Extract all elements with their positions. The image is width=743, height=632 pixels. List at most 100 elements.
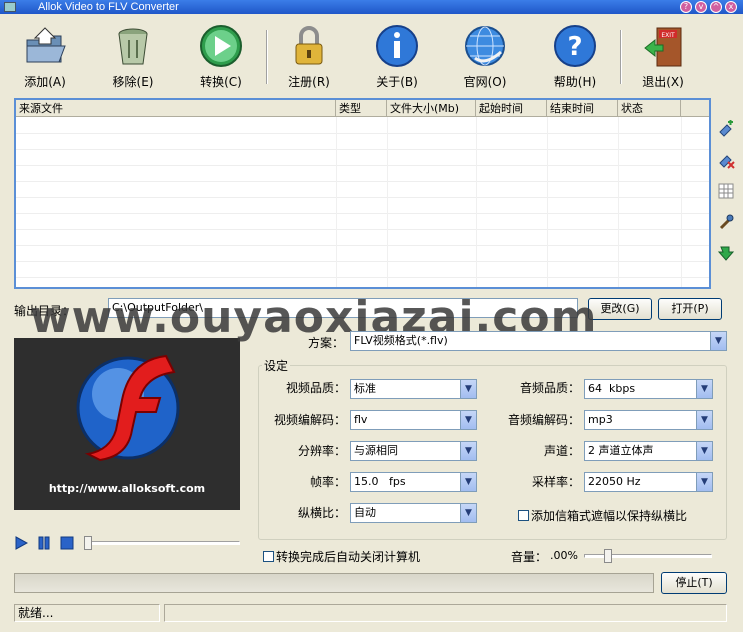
row-gridline	[16, 261, 709, 262]
row-gridline	[16, 181, 709, 182]
aspect-ratio-value: 自动	[354, 506, 376, 519]
column-gridline	[547, 117, 548, 287]
column-status[interactable]: 状态	[618, 100, 681, 117]
chevron-down-icon[interactable]: ▼	[696, 473, 712, 491]
profile-select[interactable]: FLV视频格式(*.flv) ▼	[350, 331, 727, 351]
profile-value: FLV视频格式(*.flv)	[354, 334, 448, 347]
column-gridline	[476, 117, 477, 287]
grid-icon[interactable]	[717, 182, 735, 200]
chevron-down-icon[interactable]: ▼	[460, 473, 476, 491]
minimize-icon[interactable]: v	[695, 1, 707, 13]
remove-file-icon[interactable]	[717, 151, 735, 169]
aspect-ratio-label: 纵横比：	[297, 506, 346, 520]
file-list[interactable]: 来源文件 类型 文件大小(Mb) 起始时间 结束时间 状态	[14, 98, 711, 289]
audio-quality-value: 64 kbps	[588, 382, 636, 395]
register-button[interactable]: 注册(R)	[278, 22, 340, 90]
conversion-progress-bar	[14, 573, 654, 593]
audio-quality-label: 音频品质：	[519, 381, 580, 395]
letterbox-checkbox[interactable]: 添加信箱式遮幅以保持纵横比	[518, 507, 687, 524]
chevron-down-icon[interactable]: ▼	[460, 442, 476, 460]
column-type[interactable]: 类型	[336, 100, 387, 117]
video-codec-label: 视频编解码：	[273, 413, 346, 427]
volume-label: 音量：	[511, 550, 548, 564]
chevron-down-icon[interactable]: ▼	[696, 411, 712, 429]
settings-legend: 设定	[262, 357, 291, 374]
move-arrow-icon[interactable]	[717, 244, 735, 262]
chevron-down-icon[interactable]: ▼	[460, 411, 476, 429]
chevron-down-icon[interactable]: ▼	[696, 380, 712, 398]
resolution-select[interactable]: 与源相同 ▼	[350, 441, 477, 461]
status-detail	[164, 604, 727, 622]
audio-codec-value: mp3	[588, 413, 613, 426]
checkbox-box[interactable]	[263, 551, 274, 562]
row-gridline	[16, 149, 709, 150]
column-gridline	[387, 117, 388, 287]
checkbox-box[interactable]	[518, 510, 529, 521]
website-button[interactable]: 官网(O)	[454, 22, 516, 90]
profile-label: 方案：	[308, 336, 345, 350]
sample-rate-value: 22050 Hz	[588, 475, 641, 488]
shutdown-checkbox[interactable]: 转换完成后自动关闭计算机	[263, 548, 420, 565]
video-quality-value: 标准	[354, 382, 376, 395]
stop-button[interactable]: 停止(T)	[661, 572, 727, 594]
maximize-icon[interactable]: ^	[710, 1, 722, 13]
channels-select[interactable]: 2 声道立体声 ▼	[584, 441, 713, 461]
preview-url: http://www.alloksoft.com	[48, 482, 206, 495]
audio-codec-label: 音频编解码：	[507, 413, 580, 427]
svg-text:EXIT: EXIT	[661, 32, 675, 39]
chevron-down-icon[interactable]: ▼	[460, 380, 476, 398]
trash-can-icon	[118, 28, 148, 65]
video-quality-select[interactable]: 标准 ▼	[350, 379, 477, 399]
tools-icon[interactable]	[717, 213, 735, 231]
exit-label: 退出(X)	[642, 75, 684, 89]
play-convert-icon	[200, 25, 242, 67]
volume-value: .00%	[550, 549, 578, 562]
about-button[interactable]: 关于(B)	[366, 22, 428, 90]
add-button[interactable]: 添加(A)	[14, 22, 76, 90]
chevron-down-icon[interactable]: ▼	[460, 504, 476, 522]
play-icon[interactable]	[14, 536, 28, 550]
status-bar: 就绪...	[0, 602, 743, 632]
aspect-ratio-select[interactable]: 自动 ▼	[350, 503, 477, 523]
seek-slider-track[interactable]	[84, 541, 240, 545]
audio-codec-select[interactable]: mp3 ▼	[584, 410, 713, 430]
chevron-down-icon[interactable]: ▼	[696, 442, 712, 460]
column-gridline	[618, 117, 619, 287]
video-preview: http://www.alloksoft.com	[14, 338, 240, 510]
chevron-down-icon[interactable]: ▼	[710, 332, 726, 350]
column-source-file[interactable]: 来源文件	[16, 100, 336, 117]
resolution-label: 分辨率：	[297, 444, 346, 458]
row-gridline	[16, 277, 709, 278]
volume-slider-thumb[interactable]	[604, 549, 612, 563]
frame-rate-select[interactable]: 15.0 fps ▼	[350, 472, 477, 492]
status-text: 就绪...	[14, 604, 160, 622]
column-file-size[interactable]: 文件大小(Mb)	[387, 100, 476, 117]
video-codec-value: flv	[354, 413, 368, 426]
sample-rate-select[interactable]: 22050 Hz ▼	[584, 472, 713, 492]
help-button[interactable]: ? 帮助(H)	[544, 22, 606, 90]
column-gridline	[681, 117, 682, 287]
close-icon[interactable]: x	[725, 1, 737, 13]
audio-quality-select[interactable]: 64 kbps ▼	[584, 379, 713, 399]
row-gridline	[16, 229, 709, 230]
convert-button[interactable]: 转换(C)	[190, 22, 252, 90]
pause-icon[interactable]	[37, 536, 51, 550]
add-file-icon[interactable]	[717, 120, 735, 138]
video-codec-select[interactable]: flv ▼	[350, 410, 477, 430]
column-start-time[interactable]: 起始时间	[476, 100, 547, 117]
window-title: Allok Video to FLV Converter	[38, 1, 179, 13]
help-titlebar-icon[interactable]: ?	[680, 1, 692, 13]
row-gridline	[16, 245, 709, 246]
stop-icon[interactable]	[60, 536, 74, 550]
remove-button[interactable]: 移除(E)	[102, 22, 164, 90]
exit-button[interactable]: EXIT 退出(X)	[632, 22, 694, 90]
seek-slider-thumb[interactable]	[84, 536, 92, 550]
open-dir-button[interactable]: 打开(P)	[658, 298, 722, 320]
toolbar: 添加(A) 移除(E) 转换(C) 注册(R) 关于(B) 官网(O) ? 帮助…	[0, 14, 743, 94]
website-label: 官网(O)	[463, 75, 507, 89]
help-label: 帮助(H)	[553, 75, 597, 89]
channels-label: 声道：	[543, 444, 580, 458]
column-end-time[interactable]: 结束时间	[547, 100, 618, 117]
change-dir-button[interactable]: 更改(G)	[588, 298, 652, 320]
file-list-header: 来源文件 类型 文件大小(Mb) 起始时间 结束时间 状态	[16, 100, 709, 117]
